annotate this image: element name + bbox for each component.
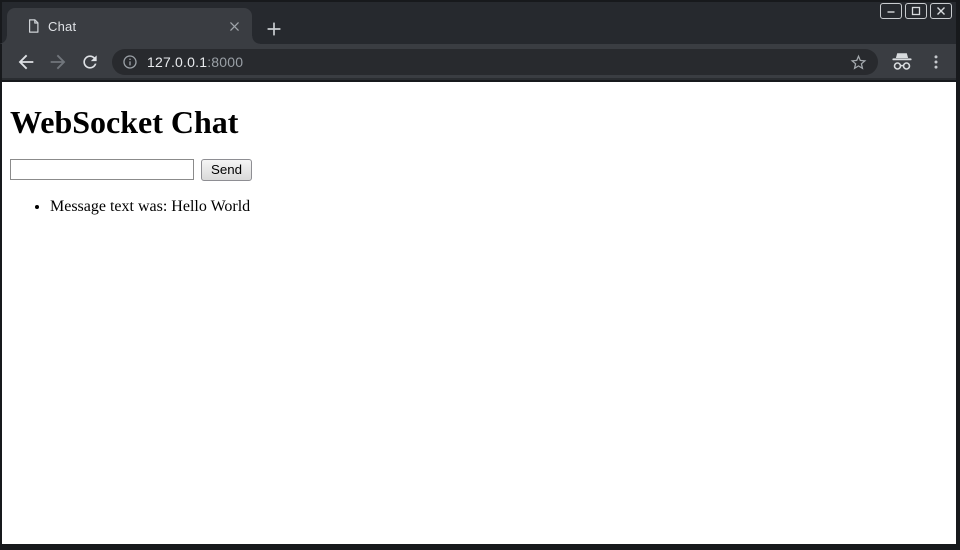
- x-close-icon: [936, 6, 946, 16]
- minimize-icon: [886, 6, 896, 16]
- window-close-button[interactable]: [930, 3, 952, 19]
- browser-menu-button[interactable]: [924, 50, 948, 74]
- url-host: 127.0.0.1: [147, 54, 207, 70]
- window-minimize-button[interactable]: [880, 3, 902, 19]
- page-heading: WebSocket Chat: [10, 104, 948, 141]
- star-outline-icon: [849, 53, 868, 72]
- site-info-icon[interactable]: [122, 54, 138, 70]
- info-circle-icon: [122, 54, 138, 70]
- tab-close-button[interactable]: [226, 18, 243, 35]
- browser-toolbar: 127.0.0.1:8000: [2, 44, 956, 80]
- send-button[interactable]: Send: [201, 159, 252, 181]
- bookmark-star-button[interactable]: [849, 53, 868, 72]
- browser-window: Chat: [0, 0, 960, 550]
- new-tab-button[interactable]: [263, 18, 285, 40]
- url-port: :8000: [207, 54, 243, 70]
- kebab-menu-icon: [927, 53, 945, 71]
- arrow-left-icon: [15, 51, 37, 73]
- messages-list: Message text was: Hello World: [10, 197, 948, 217]
- browser-tab[interactable]: Chat: [7, 8, 252, 44]
- incognito-icon: [890, 51, 914, 72]
- tab-title: Chat: [48, 19, 76, 34]
- tab-strip: Chat: [2, 2, 956, 44]
- url-text: 127.0.0.1:8000: [147, 54, 243, 70]
- message-form: Send: [10, 159, 948, 181]
- page-content: WebSocket Chat Send Message text was: He…: [2, 82, 956, 544]
- back-button[interactable]: [14, 50, 38, 74]
- arrow-right-icon: [47, 51, 69, 73]
- window-maximize-button[interactable]: [905, 3, 927, 19]
- page-favicon-icon: [27, 18, 40, 34]
- message-item: Message text was: Hello World: [50, 197, 948, 217]
- forward-button[interactable]: [46, 50, 70, 74]
- window-controls: [880, 3, 952, 19]
- message-input[interactable]: [10, 159, 194, 180]
- address-bar[interactable]: 127.0.0.1:8000: [112, 49, 878, 75]
- x-close-icon: [229, 21, 240, 32]
- reload-icon: [80, 52, 100, 72]
- reload-button[interactable]: [78, 50, 102, 74]
- plus-icon: [267, 22, 281, 36]
- maximize-icon: [911, 6, 921, 16]
